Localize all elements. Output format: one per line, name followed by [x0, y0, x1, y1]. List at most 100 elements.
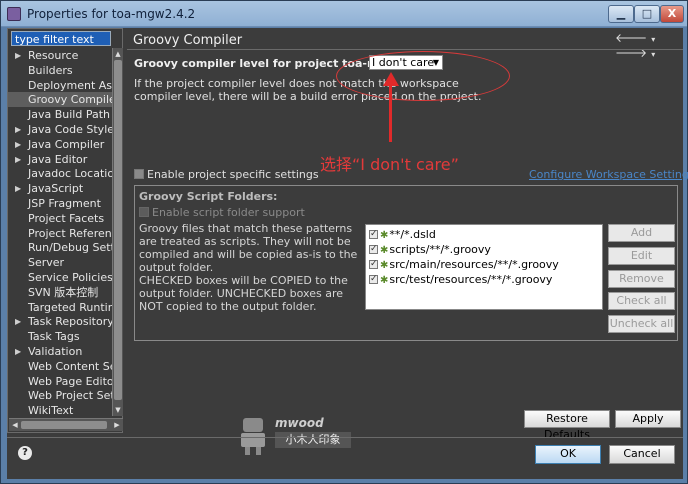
- scroll-up-icon[interactable]: ▲: [114, 49, 122, 59]
- back-menu-icon[interactable]: ▾: [651, 35, 655, 44]
- tree-item[interactable]: Deployment Assembly: [8, 78, 112, 93]
- ok-button[interactable]: OK: [535, 445, 601, 464]
- tree-item-label: Java Compiler: [28, 137, 105, 151]
- expand-arrow-icon[interactable]: ▶: [15, 137, 21, 152]
- hscroll-thumb[interactable]: [21, 421, 107, 429]
- checkbox-icon[interactable]: [139, 207, 149, 217]
- tree-item[interactable]: ▶ JavaScript: [8, 181, 112, 196]
- tree-item[interactable]: Task Tags: [8, 329, 112, 344]
- tree-item-label: Run/Debug Settings: [28, 241, 112, 255]
- tree-item[interactable]: Builders: [8, 63, 112, 78]
- minimize-button[interactable]: ▁: [608, 5, 634, 23]
- filter-input[interactable]: type filter text: [11, 31, 111, 46]
- tree-item[interactable]: Web Project Settings: [8, 388, 112, 403]
- cancel-button[interactable]: Cancel: [609, 445, 675, 464]
- title-bar[interactable]: Properties for toa-mgw2.4.2 ▁ □ X: [1, 1, 687, 27]
- scroll-down-icon[interactable]: ▼: [114, 405, 122, 415]
- expand-arrow-icon[interactable]: ▶: [15, 181, 21, 196]
- tree-item[interactable]: SVN 版本控制: [8, 285, 112, 300]
- copy-help-text: CHECKED boxes will be COPIED to the outp…: [139, 274, 348, 313]
- expand-arrow-icon[interactable]: ▶: [15, 344, 21, 359]
- tree-item[interactable]: JSP Fragment: [8, 196, 112, 211]
- property-tree: ▶ ResourceBuildersDeployment AssemblyGroo…: [8, 48, 112, 416]
- tree-item-label: Web Content Settings: [28, 359, 112, 373]
- tree-item-label: Deployment Assembly: [28, 78, 112, 92]
- tree-item[interactable]: Server: [8, 255, 112, 270]
- tree-item-label: WikiText: [28, 404, 74, 416]
- scroll-left-icon[interactable]: ◀: [10, 419, 20, 431]
- tree-item-label: Validation: [28, 345, 83, 358]
- tree-item-label: Web Page Editor: [28, 374, 112, 388]
- footer-separator: [7, 437, 683, 438]
- add-button[interactable]: Add: [608, 224, 675, 242]
- tree-item-label: Project References: [28, 226, 112, 240]
- configure-workspace-link[interactable]: Configure Workspace Settings...: [529, 168, 688, 181]
- tree-item[interactable]: WikiText: [8, 403, 112, 416]
- expand-arrow-icon[interactable]: ▶: [15, 314, 21, 329]
- remove-button[interactable]: Remove: [608, 270, 675, 288]
- checkbox-icon[interactable]: [134, 169, 144, 179]
- folder-list-item[interactable]: ✱scripts/**/*.groovy: [369, 242, 491, 257]
- scroll-thumb[interactable]: [114, 60, 122, 400]
- folder-list-item[interactable]: ✱src/main/resources/**/*.groovy: [369, 257, 559, 272]
- scroll-right-icon[interactable]: ▶: [112, 419, 122, 431]
- enable-project-settings-checkbox[interactable]: Enable project specific settings: [134, 168, 319, 181]
- tree-item[interactable]: ▶ Java Code Style: [8, 122, 112, 137]
- tree-item[interactable]: Web Content Settings: [8, 359, 112, 374]
- tree-item[interactable]: ▶ Validation: [8, 344, 112, 359]
- forward-menu-icon[interactable]: ▾: [651, 50, 655, 59]
- tree-horizontal-scrollbar[interactable]: ◀ ▶: [9, 418, 123, 431]
- app-icon: [7, 7, 21, 21]
- page-navigation: 🡐 ▾ 🡒 ▾: [615, 30, 683, 60]
- check-all-button[interactable]: Check all: [608, 292, 675, 310]
- tree-vertical-scrollbar[interactable]: ▲ ▼: [112, 48, 123, 416]
- tree-item-label: Java Editor: [28, 152, 88, 166]
- tree-item[interactable]: ▶ Task Repository: [8, 314, 112, 329]
- tree-item-label: Server: [28, 256, 65, 270]
- script-folders-group: Groovy Script Folders: Enable script fol…: [134, 185, 678, 341]
- navigation-panel: type filter text ▶ Resource Builders Deploy…: [7, 28, 123, 433]
- help-icon[interactable]: ?: [18, 446, 32, 460]
- folder-checkbox-icon[interactable]: [369, 272, 378, 287]
- folder-list-item[interactable]: ✱src/test/resources/**/*.groovy: [369, 272, 552, 287]
- tree-item[interactable]: Groovy Compiler: [8, 92, 112, 108]
- folder-checkbox-icon[interactable]: [369, 257, 378, 272]
- tree-item[interactable]: Project Facets: [8, 211, 112, 226]
- title-separator: [127, 49, 683, 50]
- robot-logo-icon: [237, 416, 269, 456]
- tree-item[interactable]: Javadoc Location: [8, 166, 112, 181]
- expand-arrow-icon[interactable]: ▶: [15, 48, 21, 63]
- tree-item-label: JSP Fragment: [28, 197, 101, 210]
- back-arrow-icon[interactable]: 🡐: [615, 31, 647, 45]
- expand-arrow-icon[interactable]: ▶: [15, 152, 21, 167]
- tree-item[interactable]: Java Build Path: [8, 107, 112, 122]
- restore-defaults-button[interactable]: Restore Defaults: [524, 410, 610, 441]
- tree-item[interactable]: Targeted Runtimes: [8, 300, 112, 315]
- tree-item[interactable]: Service Policies: [8, 270, 112, 285]
- folder-checkbox-icon[interactable]: [369, 227, 378, 242]
- close-button[interactable]: X: [660, 5, 684, 23]
- tree-item[interactable]: ▶ Resource: [8, 48, 112, 63]
- maximize-button[interactable]: □: [634, 5, 660, 23]
- tree-item-label: JavaScript: [28, 182, 84, 196]
- tree-item[interactable]: Run/Debug Settings: [8, 240, 112, 255]
- enable-script-folder-checkbox[interactable]: Enable script folder support: [139, 206, 305, 219]
- tree-item[interactable]: ▶ Java Editor: [8, 152, 112, 167]
- tree-item[interactable]: ▶ Java Compiler: [8, 137, 112, 152]
- tree-item[interactable]: Web Page Editor: [8, 374, 112, 389]
- folder-checkbox-icon[interactable]: [369, 242, 378, 257]
- tree-item[interactable]: Project References: [8, 226, 112, 241]
- window-title: Properties for toa-mgw2.4.2: [27, 7, 196, 21]
- script-folder-list[interactable]: ✱**/*.dsld✱scripts/**/*.groovy✱src/main/…: [365, 224, 603, 310]
- uncheck-all-button[interactable]: Uncheck all: [608, 315, 675, 333]
- expand-arrow-icon[interactable]: ▶: [15, 122, 21, 137]
- folder-list-item[interactable]: ✱**/*.dsld: [369, 227, 436, 242]
- folder-pattern-label: src/test/resources/**/*.groovy: [389, 273, 553, 286]
- page-title: Groovy Compiler: [133, 33, 243, 48]
- enable-script-folder-label: Enable script folder support: [152, 206, 305, 219]
- content-panel: Groovy Compiler 🡐 ▾ 🡒 ▾ Groovy compiler le…: [127, 28, 688, 441]
- apply-button[interactable]: Apply: [615, 410, 681, 428]
- script-help-text: Groovy files that match these patterns a…: [139, 222, 358, 274]
- edit-button[interactable]: Edit: [608, 247, 675, 265]
- tree-item-label: SVN 版本控制: [28, 285, 99, 299]
